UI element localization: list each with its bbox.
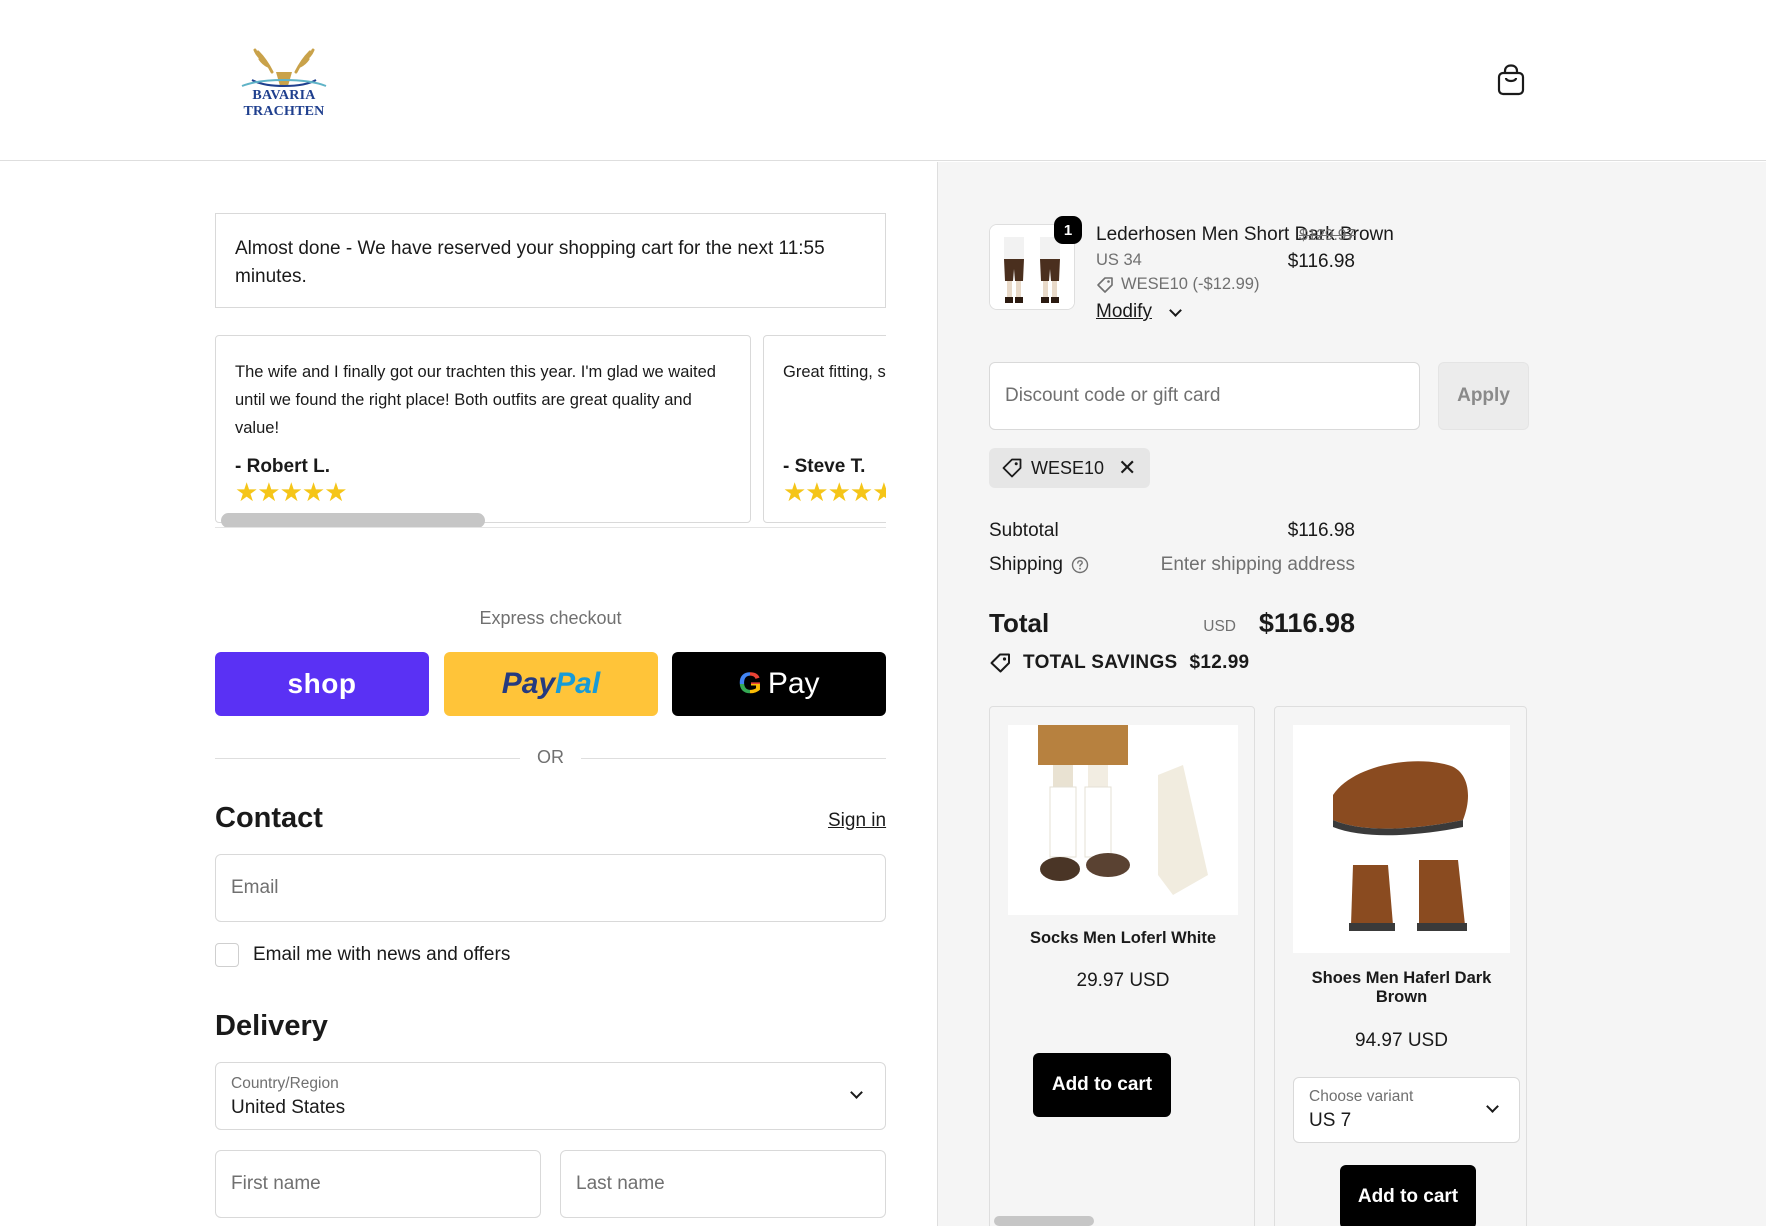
scrollbar-thumb[interactable]: [221, 513, 485, 527]
reviews-carousel[interactable]: The wife and I finally got our trachten …: [215, 335, 886, 528]
discount-code-input[interactable]: [990, 363, 1419, 429]
shoes-product-image: [1293, 725, 1510, 953]
review-author: - Robert L.: [235, 456, 330, 477]
review-card: Great fitting, stylish costume, these - …: [763, 335, 886, 523]
socks-product-image: [1008, 725, 1238, 915]
contact-heading: Contact: [215, 802, 323, 834]
subtotal-label: Subtotal: [989, 520, 1059, 541]
modify-link[interactable]: Modify: [1096, 301, 1152, 323]
shoes-image: [1293, 725, 1510, 953]
country-region-select[interactable]: Country/Region United States: [215, 1062, 886, 1130]
discount-tag-icon: [990, 653, 1010, 673]
bavaria-trachten-logo[interactable]: BAVARIA TRACHTEN: [212, 42, 356, 120]
paypal-button[interactable]: Pay Pal: [444, 652, 658, 716]
reviews-scrollbar[interactable]: [215, 513, 886, 527]
country-caption: Country/Region: [231, 1075, 339, 1092]
applied-discount-chip: WESE10 ✕: [989, 448, 1151, 488]
email-input[interactable]: [216, 855, 885, 921]
deer-logo-icon: [241, 48, 327, 87]
checkout-main: Almost done - We have reserved your shop…: [0, 162, 937, 1226]
review-text: The wife and I finally got our trachten …: [235, 363, 716, 437]
five-star-rating: ★★★★★: [783, 477, 886, 507]
recommended-product-price: 29.97 USD: [1076, 970, 1170, 991]
chevron-down-icon: [850, 1086, 863, 1099]
five-star-rating: ★★★★★: [235, 477, 348, 507]
cart-button[interactable]: [1496, 64, 1526, 96]
add-to-cart-button[interactable]: Add to cart: [1033, 1053, 1171, 1117]
newsletter-option[interactable]: Email me with news and offers: [215, 941, 510, 969]
quantity-badge: 1: [1054, 216, 1082, 244]
last-name-input[interactable]: [561, 1151, 885, 1217]
total-value: $116.98: [1258, 608, 1355, 638]
current-price: $116.98: [1287, 251, 1355, 272]
newsletter-label: Email me with news and offers: [253, 944, 511, 965]
help-circle-icon[interactable]: [1071, 556, 1089, 574]
or-label: OR: [537, 747, 564, 767]
logo-text: BAVARIA TRACHTEN: [243, 88, 325, 119]
variant-value: US 7: [1309, 1110, 1352, 1131]
site-header: BAVARIA TRACHTEN: [0, 0, 1766, 161]
choose-variant-select[interactable]: Choose variant US 7: [1293, 1077, 1520, 1143]
add-to-cart-button[interactable]: Add to cart: [1340, 1165, 1476, 1226]
remove-discount-close-icon[interactable]: ✕: [1118, 457, 1136, 479]
review-card: The wife and I finally got our trachten …: [215, 335, 751, 523]
original-price: $129.97: [1298, 227, 1355, 244]
discount-code-field[interactable]: [989, 362, 1420, 430]
express-checkout-label: Express checkout: [479, 608, 622, 628]
discount-tag-icon: [1002, 458, 1022, 478]
product-discount: WESE10 (-$12.99): [1096, 275, 1259, 294]
subtotal-value: $116.98: [1287, 520, 1355, 541]
or-divider: OR: [215, 743, 886, 773]
notice-text: Almost done - We have reserved your shop…: [235, 238, 825, 287]
total-currency: USD: [1203, 618, 1236, 635]
recommended-product-name: Socks Men Loferl White: [1029, 929, 1217, 947]
recommended-product-card: Shoes Men Haferl Dark Brown 94.97 USD Ch…: [1274, 706, 1527, 1226]
sign-in-link[interactable]: Sign in: [828, 810, 886, 832]
savings-value: $12.99: [1189, 652, 1250, 673]
google-pay-button[interactable]: G Pay: [672, 652, 886, 716]
recommendations-scrollbar-thumb[interactable]: [994, 1216, 1094, 1226]
review-text: Great fitting, stylish costume, these: [783, 363, 886, 381]
apply-discount-button[interactable]: Apply: [1438, 362, 1529, 430]
first-name-input[interactable]: [216, 1151, 540, 1217]
last-name-field[interactable]: [560, 1150, 886, 1218]
product-discount-text: WESE10 (-$12.99): [1121, 275, 1260, 293]
email-field[interactable]: [215, 854, 886, 922]
total-label: Total: [989, 608, 1050, 638]
shop-pay-button[interactable]: shop: [215, 652, 429, 716]
shopping-bag-icon: [1497, 64, 1525, 96]
total-savings: TOTAL SAVINGS $12.99: [989, 652, 1249, 674]
variant-caption: Choose variant: [1309, 1088, 1414, 1105]
product-variant: US 34: [1096, 251, 1142, 269]
google-g-icon: G: [738, 667, 762, 700]
chevron-down-icon[interactable]: [1169, 304, 1182, 317]
cart-reservation-notice: Almost done - We have reserved your shop…: [215, 213, 886, 308]
first-name-field[interactable]: [215, 1150, 541, 1218]
recommended-product-name: Shoes Men Haferl Dark Brown: [1311, 969, 1492, 1006]
shipping-label: Shipping: [989, 554, 1063, 575]
country-value: United States: [231, 1097, 346, 1118]
shipping-value: Enter shipping address: [1160, 554, 1355, 575]
discount-tag-icon: [1097, 276, 1113, 293]
paypal-label-pay: Pay: [501, 667, 556, 700]
recommended-product-price: 94.97 USD: [1355, 1030, 1448, 1051]
delivery-heading: Delivery: [215, 1010, 328, 1042]
newsletter-checkbox[interactable]: [215, 943, 239, 967]
socks-image: [1008, 725, 1238, 915]
chevron-down-icon: [1486, 1100, 1499, 1113]
order-summary: 1 Lederhosen Men Short Dark Brown US 34 …: [937, 162, 1766, 1226]
review-author: - Steve T.: [783, 456, 866, 477]
savings-label: TOTAL SAVINGS: [1023, 652, 1178, 673]
shop-pay-label: shop: [287, 668, 357, 699]
google-pay-label: Pay: [767, 667, 820, 700]
paypal-label-pal: Pal: [555, 667, 601, 700]
applied-discount-code: WESE10: [1031, 457, 1105, 478]
shipping-row-label: Shipping: [989, 554, 1089, 576]
recommended-product-card: Socks Men Loferl White 29.97 USD Add to …: [989, 706, 1255, 1226]
